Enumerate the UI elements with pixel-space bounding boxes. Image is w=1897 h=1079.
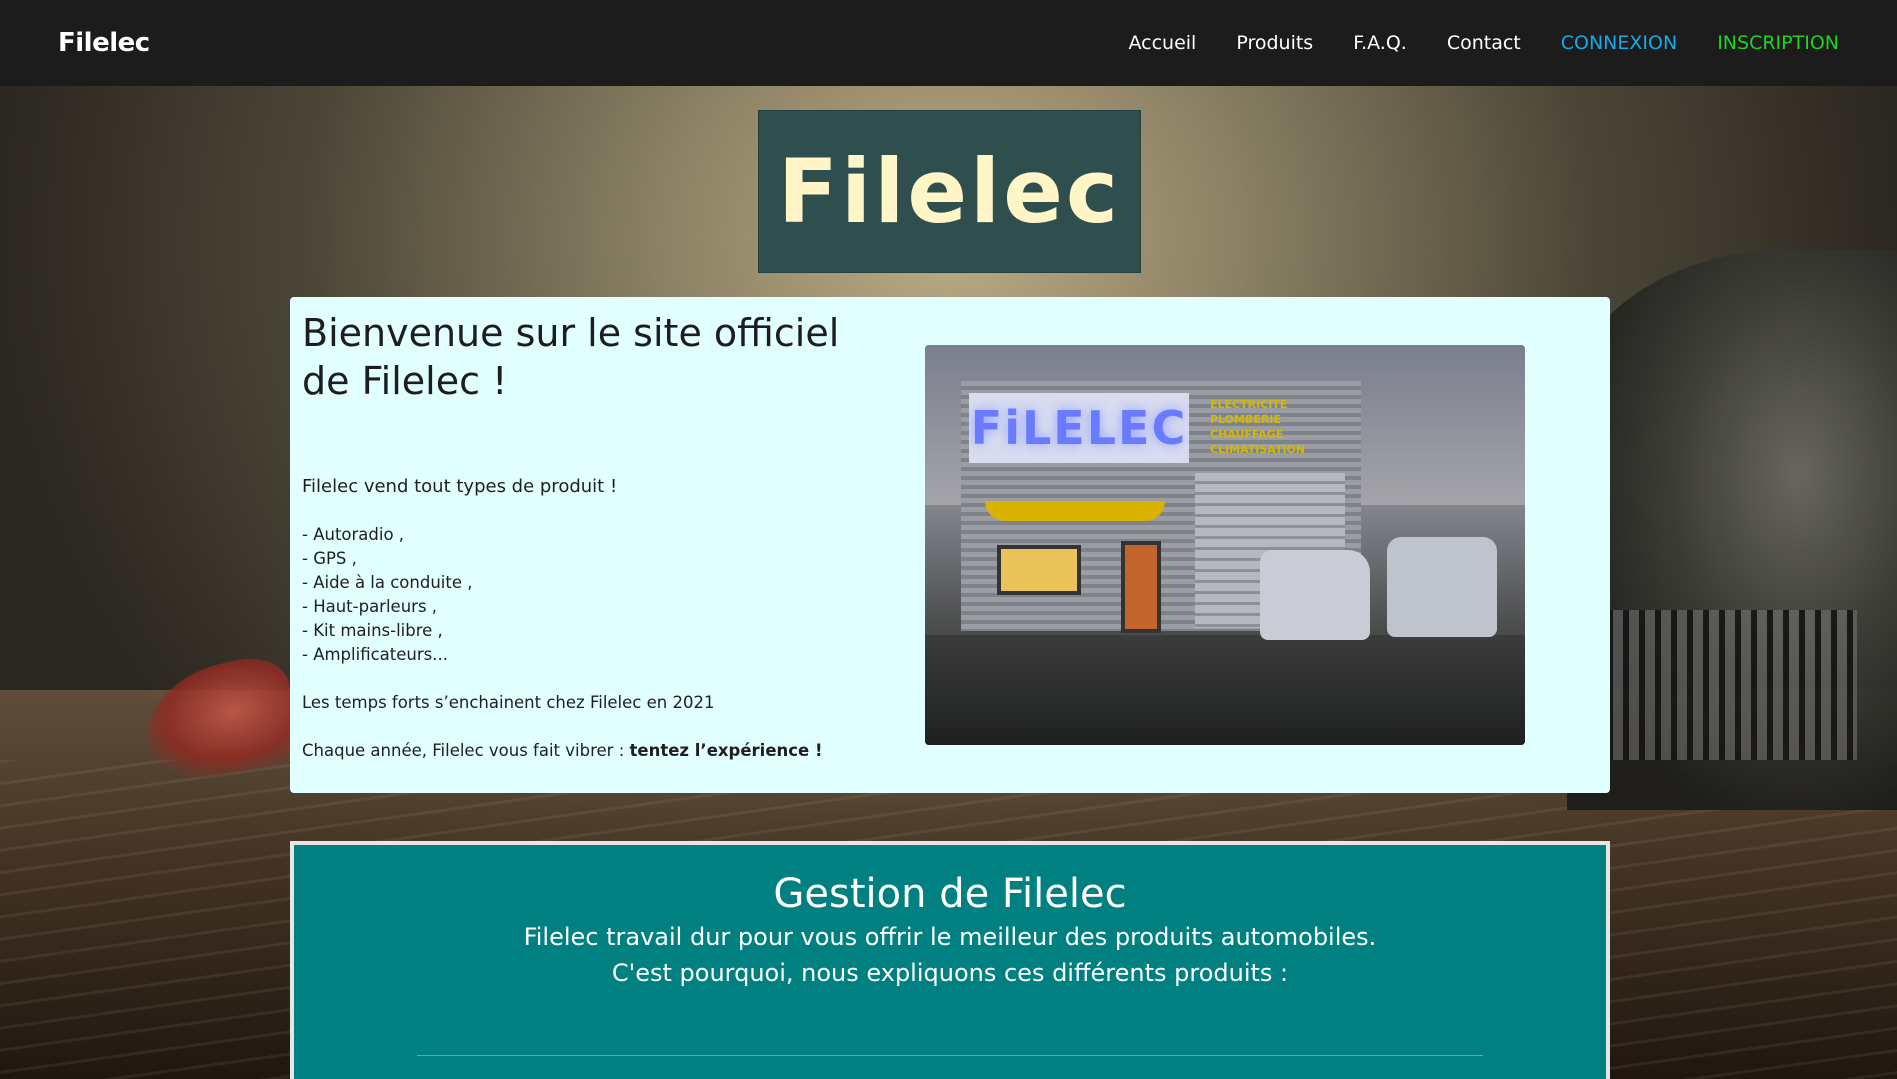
nav-link-faq[interactable]: F.A.Q.	[1353, 32, 1407, 54]
photo-van	[1387, 537, 1497, 637]
gestion-line2: C'est pourquoi, nous expliquons ces diff…	[611, 959, 1289, 987]
welcome-heading: Bienvenue sur le site officiel de Filele…	[302, 309, 862, 405]
navbar: Filelec Accueil Produits F.A.Q. Contact …	[0, 0, 1897, 86]
photo-service-item: CLIMATISATION	[1210, 443, 1306, 456]
welcome-lead: Filelec vend tout types de produit !	[302, 476, 618, 497]
photo-ground	[925, 635, 1525, 745]
signup-link[interactable]: INSCRIPTION	[1717, 32, 1839, 54]
gestion-card: Gestion de Filelec Filelec travail dur p…	[290, 841, 1610, 1079]
product-list: - Autoradio , - GPS , - Aide à la condui…	[302, 523, 862, 667]
product-item: - Haut-parleurs ,	[302, 597, 438, 616]
product-item: - Amplificateurs...	[302, 645, 448, 664]
photo-door	[1121, 541, 1161, 633]
photo-van	[1260, 550, 1370, 640]
photo-awning	[985, 501, 1165, 521]
brand-link[interactable]: Filelec	[58, 28, 150, 58]
nav-link-produits[interactable]: Produits	[1236, 32, 1313, 54]
welcome-card: Bienvenue sur le site officiel de Filele…	[290, 297, 1610, 793]
photo-service-item: PLOMBERIE	[1210, 413, 1281, 426]
product-item: - Kit mains-libre ,	[302, 621, 443, 640]
product-item: - Autoradio ,	[302, 525, 405, 544]
welcome-heading-line2: de Filelec !	[302, 359, 508, 403]
tagline: Chaque année, Filelec vous fait vibrer :…	[302, 739, 862, 763]
nav-link-contact[interactable]: Contact	[1447, 32, 1521, 54]
tagline-prefix: Chaque année, Filelec vous fait vibrer :	[302, 741, 630, 760]
gestion-line1: Filelec travail dur pour vous offrir le …	[523, 923, 1377, 951]
hero-title-badge: Filelec	[758, 110, 1141, 273]
login-link[interactable]: CONNEXION	[1561, 32, 1677, 54]
storefront-photo: FiLELEC ELECTRICITE PLOMBERIE CHAUFFAGE …	[925, 345, 1525, 745]
photo-sign-text: FiLELEC	[970, 401, 1188, 455]
photo-services: ELECTRICITE PLOMBERIE CHAUFFAGE CLIMATIS…	[1210, 397, 1360, 457]
welcome-text: Filelec vend tout types de produit ! - A…	[302, 475, 862, 763]
nav-links: Accueil Produits F.A.Q. Contact CONNEXIO…	[1128, 32, 1839, 54]
product-item: - Aide à la conduite ,	[302, 573, 473, 592]
background-car-right	[1567, 250, 1897, 810]
photo-service-item: CHAUFFAGE	[1210, 428, 1284, 441]
welcome-heading-line1: Bienvenue sur le site officiel	[302, 311, 840, 355]
product-item: - GPS ,	[302, 549, 357, 568]
nav-link-accueil[interactable]: Accueil	[1128, 32, 1196, 54]
photo-sign: FiLELEC	[969, 393, 1189, 463]
photo-service-item: ELECTRICITE	[1210, 398, 1288, 411]
highlights-text: Les temps forts s’enchainent chez Filele…	[302, 693, 715, 712]
tagline-bold: tentez l’expérience !	[629, 741, 823, 760]
photo-window	[997, 545, 1081, 595]
gestion-title: Gestion de Filelec	[773, 871, 1127, 917]
hero-title: Filelec	[777, 140, 1122, 243]
gestion-divider	[417, 1055, 1483, 1056]
